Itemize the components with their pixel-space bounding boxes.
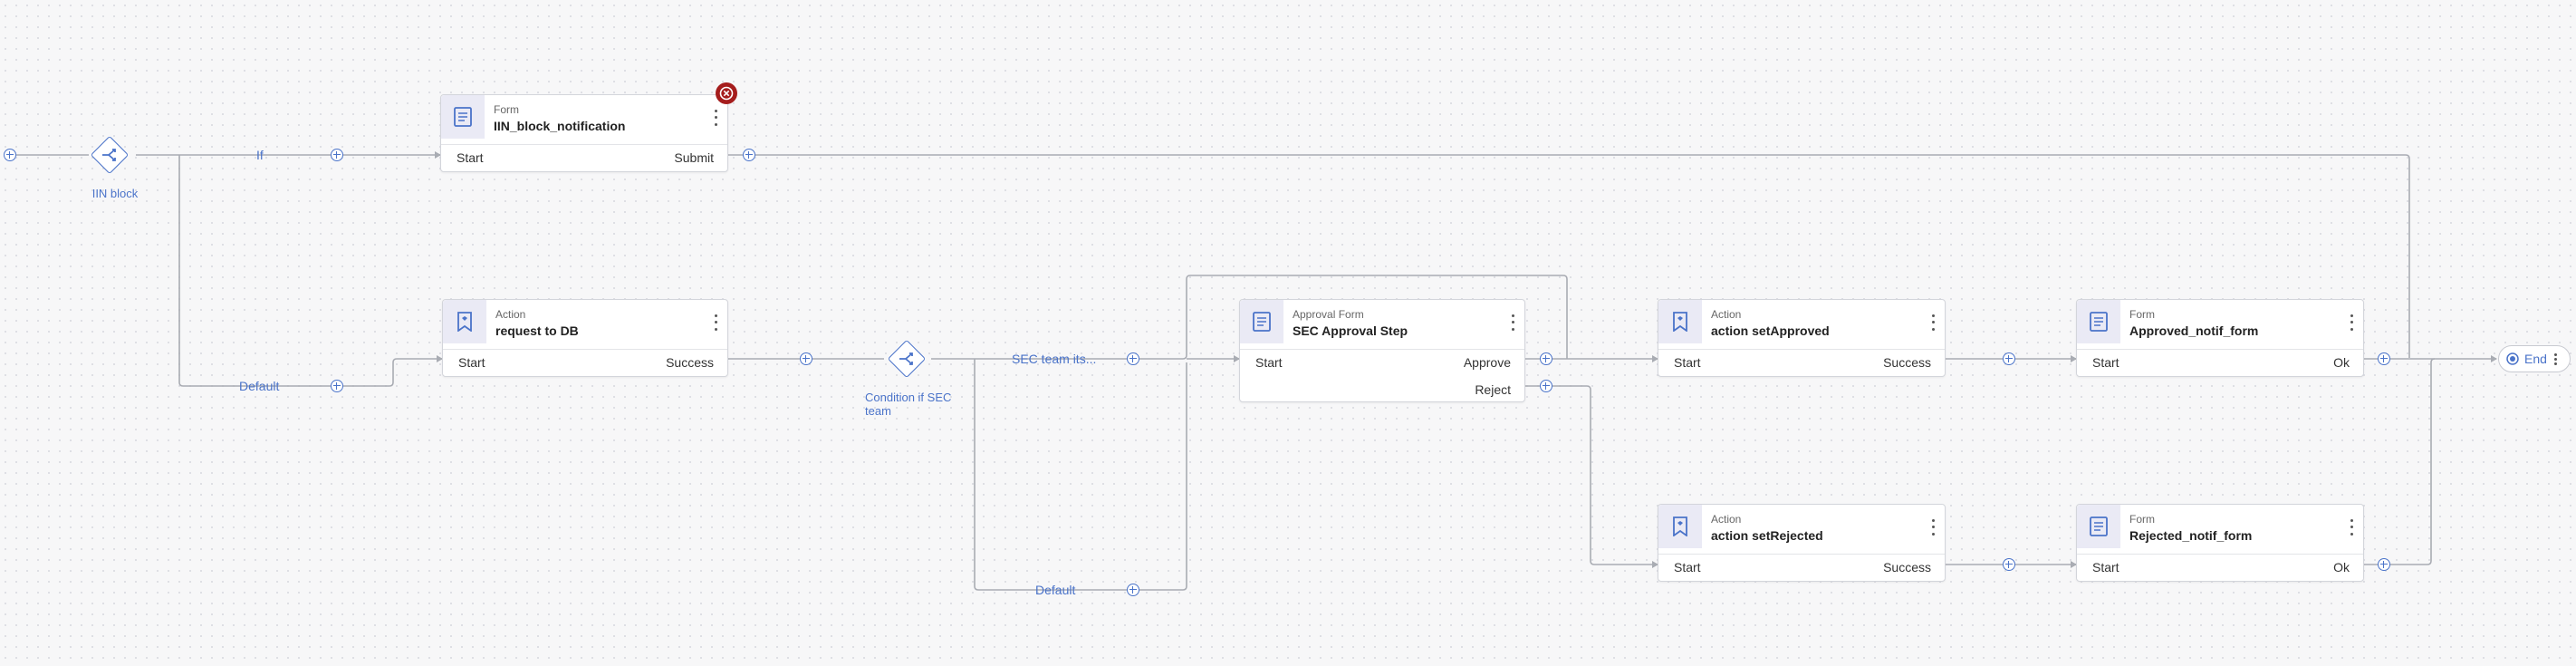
node-menu-icon[interactable] bbox=[1927, 517, 1939, 537]
branch-icon bbox=[102, 149, 116, 161]
port-approve: Approve bbox=[1463, 355, 1511, 370]
sec-condition-label: Condition if SEC team bbox=[865, 391, 952, 418]
action-icon bbox=[1658, 505, 1702, 548]
request-to-db-node[interactable]: Action request to DB Start Success bbox=[442, 299, 728, 377]
port-start: Start bbox=[458, 355, 485, 370]
set-approved-node[interactable]: Action action setApproved Start Success bbox=[1658, 299, 1946, 377]
port-ok: Ok bbox=[2333, 560, 2350, 574]
node-type: Form bbox=[494, 103, 519, 116]
node-type: Action bbox=[495, 308, 526, 321]
end-label: End bbox=[2524, 352, 2547, 366]
node-type: Form bbox=[2129, 513, 2155, 526]
form-icon bbox=[2077, 300, 2120, 343]
end-target-icon bbox=[2506, 352, 2519, 365]
port-success: Success bbox=[666, 355, 714, 370]
branch-if-label: If bbox=[256, 148, 264, 162]
add-after-approved-form-button[interactable] bbox=[2378, 352, 2390, 365]
node-name: action setApproved bbox=[1711, 323, 1830, 338]
node-menu-icon[interactable] bbox=[1506, 313, 1519, 333]
add-after-request-button[interactable] bbox=[800, 352, 812, 365]
flow-canvas[interactable]: IIN block If Default Form IIN_block_noti… bbox=[0, 0, 2576, 666]
node-name: request to DB bbox=[495, 323, 579, 338]
port-submit: Submit bbox=[674, 150, 714, 165]
add-after-rejected-form-button[interactable] bbox=[2378, 558, 2390, 571]
set-rejected-node[interactable]: Action action setRejected Start Success bbox=[1658, 504, 1946, 582]
port-start: Start bbox=[457, 150, 484, 165]
add-after-form-button[interactable] bbox=[743, 149, 755, 161]
node-menu-icon[interactable] bbox=[709, 108, 722, 128]
port-start: Start bbox=[1255, 355, 1283, 370]
branch-icon bbox=[899, 352, 913, 365]
node-type: Approval Form bbox=[1293, 308, 1364, 321]
add-after-reject-button[interactable] bbox=[1540, 380, 1552, 392]
start-add-button[interactable] bbox=[4, 149, 16, 161]
port-reject: Reject bbox=[1475, 382, 1511, 397]
action-icon bbox=[443, 300, 486, 343]
add-after-set-approved-button[interactable] bbox=[2003, 352, 2015, 365]
branch-default-label: Default bbox=[239, 379, 280, 393]
iin-block-label: IIN block bbox=[91, 187, 139, 200]
form-icon bbox=[1240, 300, 1283, 343]
node-name: Approved_notif_form bbox=[2129, 323, 2259, 338]
error-close-icon[interactable] bbox=[716, 82, 737, 104]
port-start: Start bbox=[1674, 560, 1701, 574]
node-name: Rejected_notif_form bbox=[2129, 528, 2253, 543]
port-ok: Ok bbox=[2333, 355, 2350, 370]
port-success: Success bbox=[1883, 355, 1931, 370]
node-name: SEC Approval Step bbox=[1293, 323, 1408, 338]
node-type: Action bbox=[1711, 513, 1742, 526]
end-node[interactable]: End bbox=[2498, 345, 2571, 372]
node-name: action setRejected bbox=[1711, 528, 1823, 543]
end-menu-icon[interactable] bbox=[2553, 352, 2557, 365]
approved-notif-form-node[interactable]: Form Approved_notif_form Start Ok bbox=[2076, 299, 2364, 377]
port-start: Start bbox=[1674, 355, 1701, 370]
iin-block-notification-node[interactable]: Form IIN_block_notification Start Submit bbox=[440, 94, 728, 172]
rejected-notif-form-node[interactable]: Form Rejected_notif_form Start Ok bbox=[2076, 504, 2364, 582]
node-type: Form bbox=[2129, 308, 2155, 321]
add-after-if-button[interactable] bbox=[331, 149, 343, 161]
add-after-default-button[interactable] bbox=[331, 380, 343, 392]
add-after-sec-default-button[interactable] bbox=[1127, 584, 1139, 596]
port-start: Start bbox=[2092, 560, 2119, 574]
add-after-set-rejected-button[interactable] bbox=[2003, 558, 2015, 571]
port-start: Start bbox=[2092, 355, 2119, 370]
port-success: Success bbox=[1883, 560, 1931, 574]
form-icon bbox=[2077, 505, 2120, 548]
branch-default-label: Default bbox=[1035, 583, 1076, 597]
node-menu-icon[interactable] bbox=[1927, 313, 1939, 333]
add-after-approve-button[interactable] bbox=[1540, 352, 1552, 365]
branch-sec-team-label: SEC team its... bbox=[1012, 352, 1097, 366]
node-menu-icon[interactable] bbox=[2345, 517, 2358, 537]
add-after-sec-branch-button[interactable] bbox=[1127, 352, 1139, 365]
node-type: Action bbox=[1711, 308, 1742, 321]
sec-team-condition[interactable] bbox=[886, 338, 928, 380]
sec-approval-step-node[interactable]: Approval Form SEC Approval Step Start Ap… bbox=[1239, 299, 1525, 402]
action-icon bbox=[1658, 300, 1702, 343]
node-menu-icon[interactable] bbox=[2345, 313, 2358, 333]
form-icon bbox=[441, 95, 485, 139]
node-menu-icon[interactable] bbox=[709, 313, 722, 333]
node-name: IIN_block_notification bbox=[494, 119, 626, 133]
iin-block-condition[interactable] bbox=[89, 134, 130, 176]
